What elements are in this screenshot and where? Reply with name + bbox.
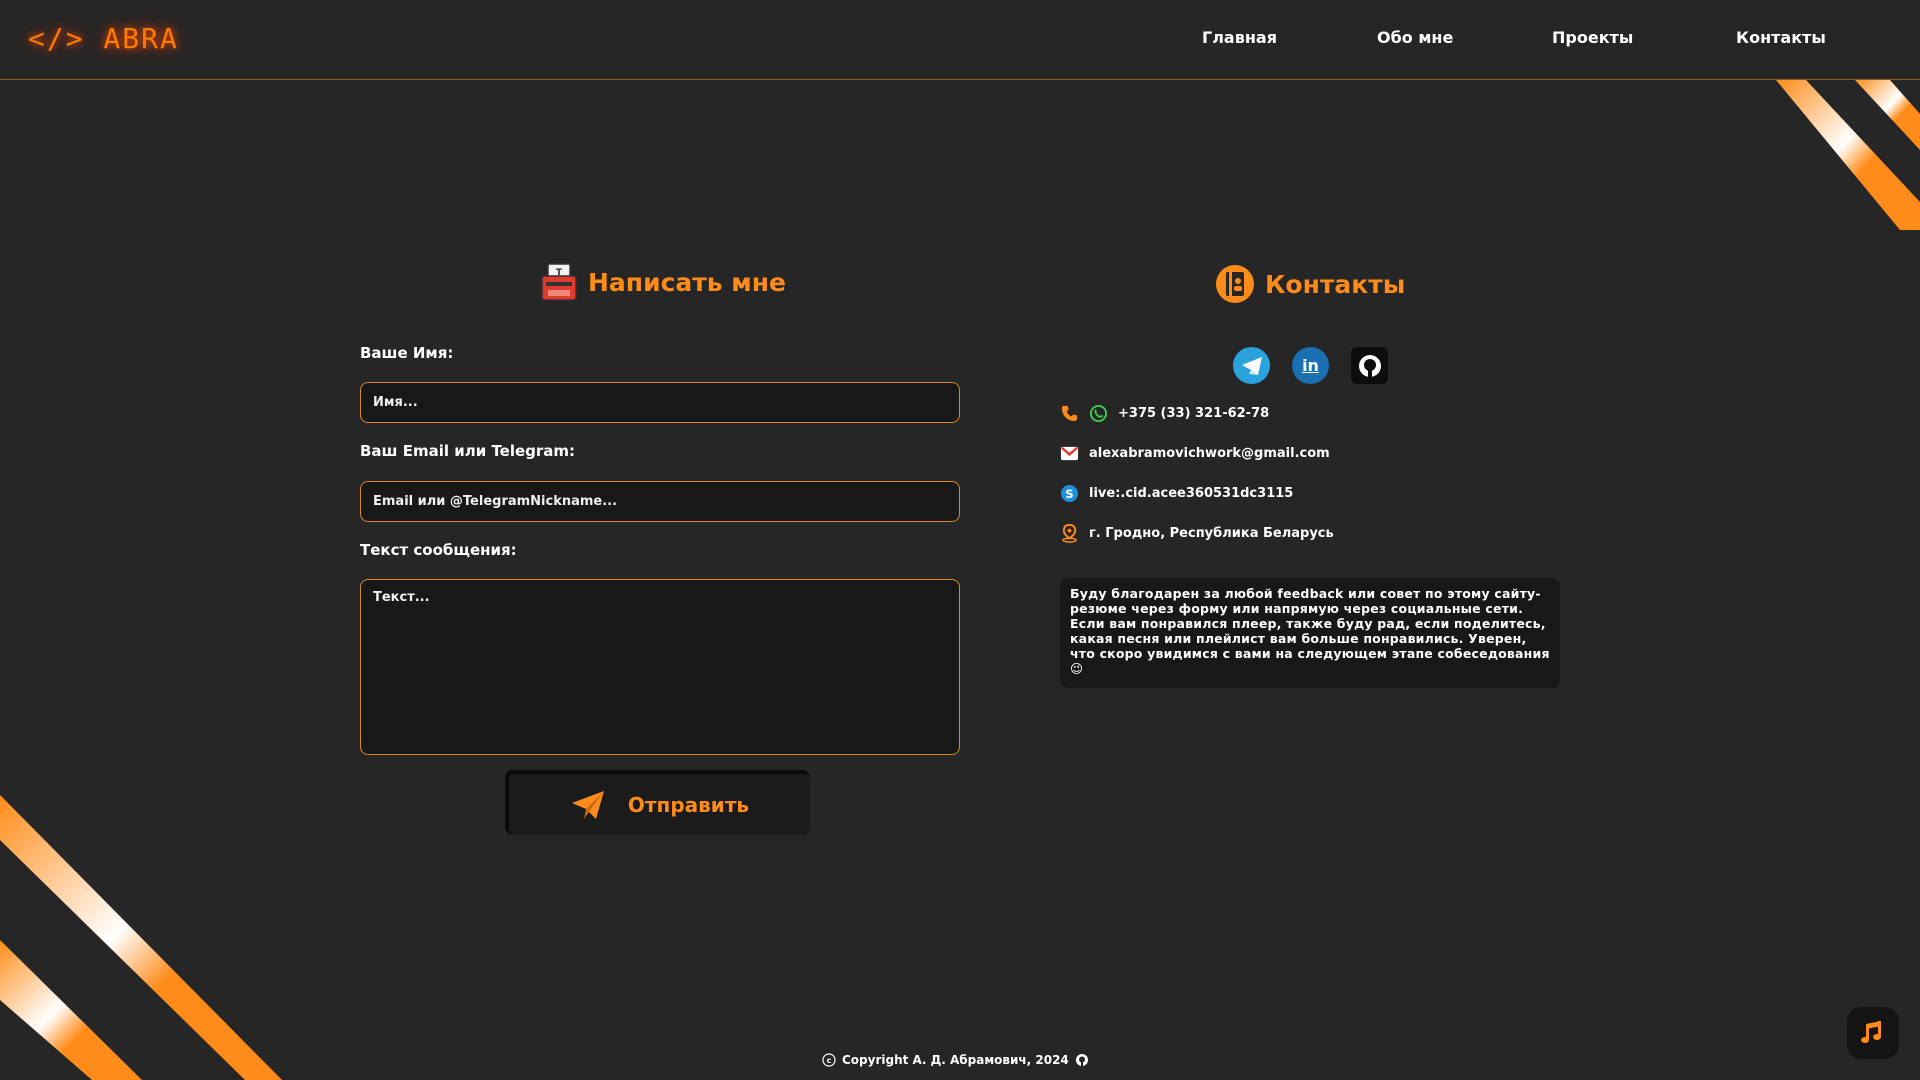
site-logo[interactable]: </> ABRA	[28, 22, 179, 55]
music-player-button[interactable]	[1847, 1007, 1899, 1059]
decorative-stripes-bottom	[0, 795, 282, 1080]
nav-projects[interactable]: Проекты	[1552, 28, 1633, 47]
telegram-icon[interactable]	[1233, 347, 1270, 384]
footer: c Copyright А. Д. Абрамович, 2024	[822, 1053, 1089, 1067]
feedback-note: Буду благодарен за любой feedback или со…	[1060, 578, 1560, 688]
phone-row: +375 (33) 321-62-78	[1060, 404, 1269, 423]
skype-id[interactable]: live:.cid.acee360531dc3115	[1089, 486, 1293, 501]
phone-icon	[1061, 405, 1078, 422]
location-pin-icon	[1062, 524, 1077, 543]
gmail-icon	[1060, 446, 1079, 461]
contacts-heading: Контакты	[1265, 269, 1406, 299]
message-label: Текст сообщения:	[360, 541, 517, 559]
phone-number[interactable]: +375 (33) 321-62-78	[1118, 406, 1269, 421]
linkedin-glyph: in	[1302, 356, 1319, 375]
location-row: г. Гродно, Республика Беларусь	[1060, 524, 1334, 543]
linkedin-icon[interactable]: in	[1292, 347, 1329, 384]
music-note-icon	[1861, 1021, 1881, 1043]
skype-row: S live:.cid.acee360531dc3115	[1060, 484, 1293, 503]
github-small-icon[interactable]	[1075, 1053, 1089, 1067]
write-me-heading: Написать мне	[588, 267, 786, 297]
decorative-stripes-top	[1776, 80, 1920, 230]
name-input[interactable]	[360, 382, 960, 423]
contacts-title: Контакты	[1215, 264, 1405, 304]
nav-contacts[interactable]: Контакты	[1736, 28, 1826, 47]
whatsapp-icon	[1089, 404, 1108, 423]
name-label: Ваше Имя:	[360, 344, 454, 362]
message-textarea[interactable]	[360, 579, 960, 755]
email-row: alexabramovichwork@gmail.com	[1060, 444, 1330, 463]
typewriter-icon: T	[541, 263, 577, 301]
email-address[interactable]: alexabramovichwork@gmail.com	[1089, 446, 1330, 461]
svg-text:c: c	[827, 1056, 832, 1065]
github-icon[interactable]	[1351, 347, 1388, 384]
paper-plane-icon	[571, 790, 604, 819]
send-button-label: Отправить	[627, 792, 750, 817]
email-label: Ваш Email или Telegram:	[360, 442, 576, 460]
send-button[interactable]: Отправить	[505, 770, 810, 835]
location-text: г. Гродно, Республика Беларусь	[1089, 526, 1334, 541]
social-links: in	[1233, 347, 1388, 384]
svg-text:S: S	[1065, 487, 1073, 501]
site-header: </> ABRA Главная Обо мне Проекты Контакт…	[0, 0, 1920, 80]
write-me-title: T Написать мне	[540, 262, 786, 302]
nav-about[interactable]: Обо мне	[1377, 28, 1453, 47]
nav-home[interactable]: Главная	[1202, 28, 1277, 47]
email-input[interactable]	[360, 481, 960, 522]
address-book-icon	[1216, 265, 1254, 303]
skype-icon: S	[1060, 484, 1079, 503]
copyright-text: Copyright А. Д. Абрамович, 2024	[842, 1053, 1069, 1067]
copyright-icon: c	[822, 1053, 836, 1067]
